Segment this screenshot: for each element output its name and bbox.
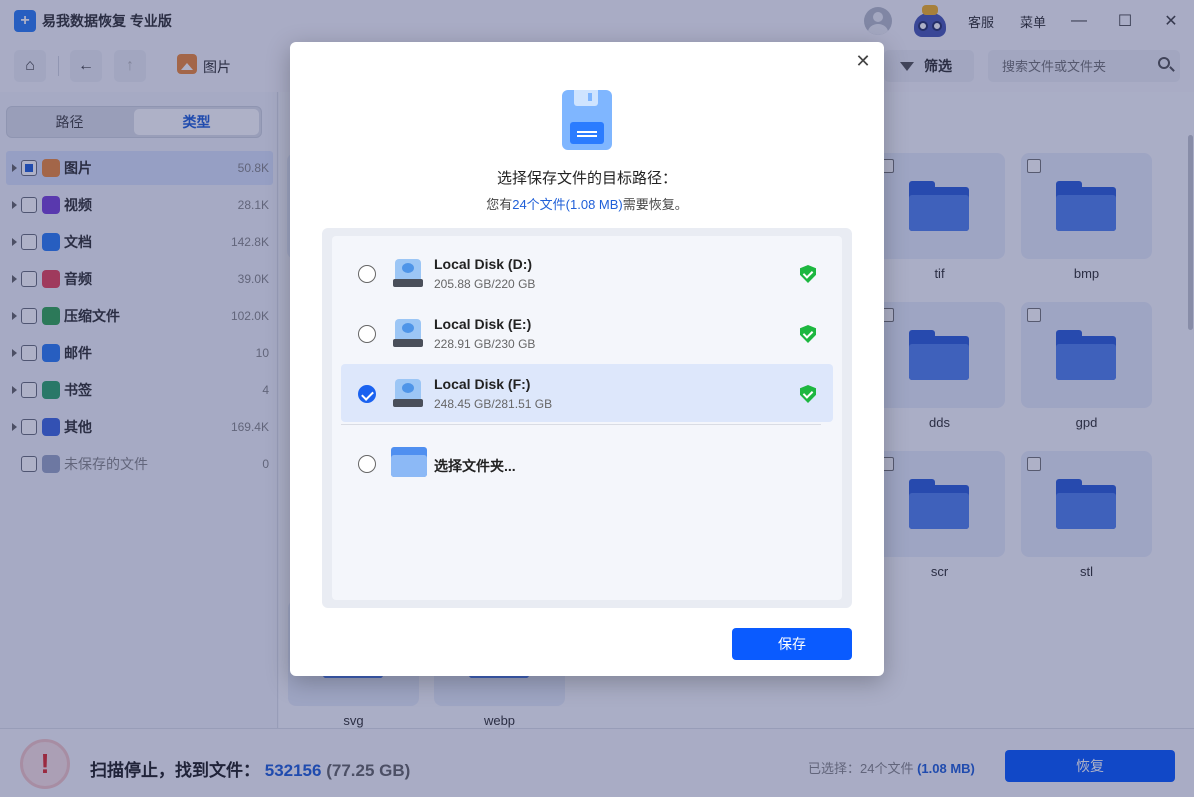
destination-panel: 选择文件夹... Local Disk (D:) 205.88 GB/220 GB… [322,228,852,608]
disk-name: Local Disk (D:) [434,256,533,272]
floppy-disk-icon [562,90,612,150]
hard-disk-icon [393,259,423,289]
choose-folder-label: 选择文件夹... [434,458,516,474]
destination-radio[interactable] [358,385,376,403]
destination-list: 选择文件夹... Local Disk (D:) 205.88 GB/220 GB… [332,236,842,600]
dialog-subtitle: 您有24个文件(1.08 MB)需要恢复。 [486,197,688,212]
shield-check-icon [800,385,816,403]
destination-radio[interactable] [358,265,376,283]
close-icon[interactable]: ✕ [852,50,874,72]
shield-check-icon [800,265,816,283]
destination-radio[interactable] [358,325,376,343]
destination-option[interactable]: Local Disk (F:) 248.45 GB/281.51 GB [341,364,833,422]
disk-size: 248.45 GB/281.51 GB [434,397,553,411]
disk-size: 228.91 GB/230 GB [434,337,536,351]
destination-divider [341,424,821,425]
destination-option[interactable]: Local Disk (D:) 205.88 GB/220 GB [341,244,833,302]
disk-name: Local Disk (F:) [434,376,531,392]
save-destination-dialog: ✕ 选择保存文件的目标路径： 您有24个文件(1.08 MB)需要恢复。 选择文… [290,42,884,676]
destination-option[interactable]: Local Disk (E:) 228.91 GB/230 GB [341,304,833,362]
choose-folder-radio[interactable] [358,455,376,473]
save-button[interactable]: 保存 [732,628,852,660]
choose-folder-option[interactable]: 选择文件夹... [341,434,833,492]
hard-disk-icon [393,319,423,349]
hard-disk-icon [393,379,423,409]
dialog-title: 选择保存文件的目标路径： [496,170,677,187]
disk-name: Local Disk (E:) [434,316,532,332]
folder-icon [391,447,427,477]
disk-size: 205.88 GB/220 GB [434,277,536,291]
shield-check-icon [800,325,816,343]
